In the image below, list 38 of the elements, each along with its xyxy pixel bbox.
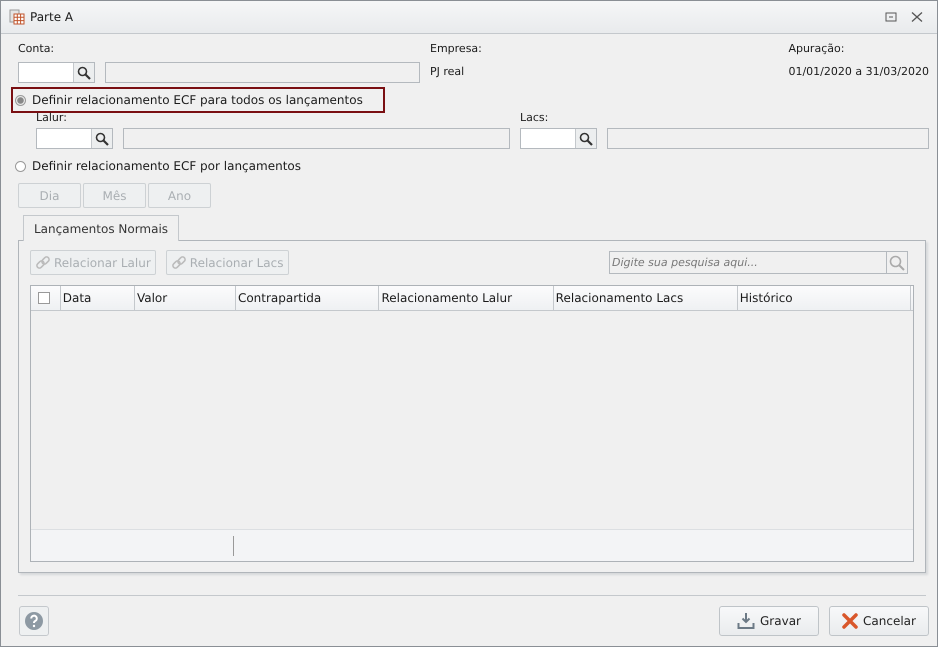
- column-header[interactable]: Histórico: [738, 286, 911, 310]
- select-all-checkbox[interactable]: [38, 292, 50, 304]
- save-button[interactable]: Gravar: [719, 606, 819, 636]
- cancel-button[interactable]: Cancelar: [829, 606, 929, 636]
- empresa-label: Empresa:: [430, 42, 482, 56]
- link-icon: [170, 254, 187, 270]
- radio-option[interactable]: Definir relacionamento ECF para todos os lançamentos: [11, 87, 385, 113]
- column-header[interactable]: Relacionamento Lacs: [554, 286, 738, 310]
- lalur-label: Lalur:: [36, 111, 68, 125]
- column-header[interactable]: Contrapartida: [236, 286, 380, 310]
- search-icon[interactable]: [77, 66, 91, 80]
- search-icon[interactable]: [579, 132, 593, 146]
- close-icon[interactable]: [911, 12, 923, 22]
- search-field[interactable]: Digite sua pesquisa aqui...: [609, 251, 886, 274]
- conta-label: Conta:: [18, 42, 56, 56]
- restore-icon[interactable]: [885, 12, 897, 22]
- lalur-field[interactable]: [36, 128, 113, 149]
- lacs-field[interactable]: [520, 128, 597, 149]
- lacs-label: Lacs:: [520, 111, 550, 125]
- apuracao-label: Apuração:: [788, 42, 846, 56]
- column-header[interactable]: Data: [60, 286, 135, 310]
- download-icon: [737, 612, 755, 630]
- empresa-value: PJ real: [430, 64, 466, 80]
- column-header[interactable]: Valor: [134, 286, 236, 310]
- close-icon: [842, 613, 858, 629]
- conta-field[interactable]: [18, 62, 95, 83]
- link-icon: [35, 254, 51, 270]
- radio-button[interactable]: [15, 94, 26, 106]
- window-title: Parte A: [30, 10, 74, 24]
- spreadsheet-icon: [9, 9, 25, 25]
- help-icon: [24, 611, 44, 631]
- search-icon[interactable]: [95, 132, 109, 146]
- tab[interactable]: Lançamentos Normais: [23, 215, 180, 241]
- apuracao-value: 01/01/2020 a 31/03/2020: [788, 64, 929, 80]
- radio-option[interactable]: Definir relacionamento ECF por lançamentos: [11, 153, 323, 179]
- radio-button[interactable]: [15, 160, 26, 172]
- help-button[interactable]: [19, 606, 49, 636]
- column-header[interactable]: Relacionamento Lalur: [379, 286, 554, 310]
